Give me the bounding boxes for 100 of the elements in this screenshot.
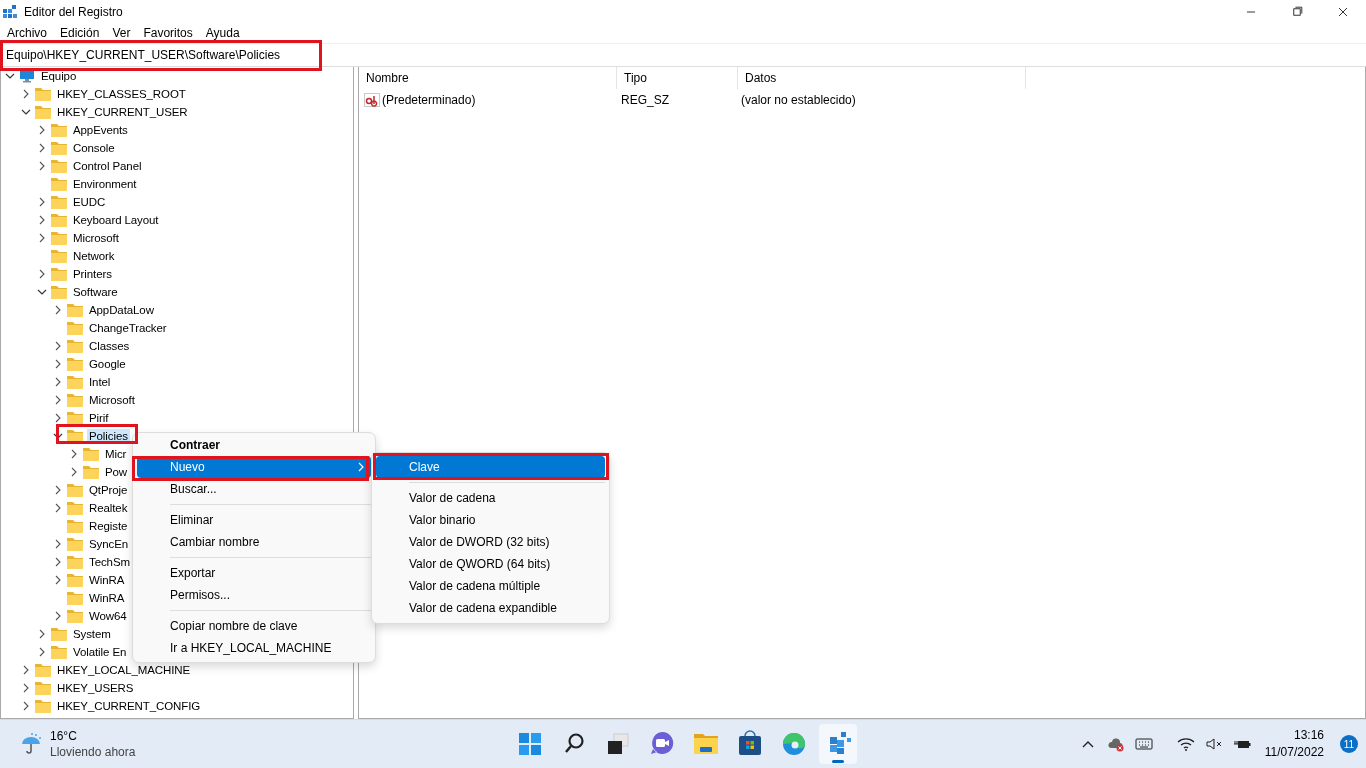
chevron-right-icon[interactable] — [37, 215, 47, 225]
tree-item[interactable]: SyncEn — [87, 537, 131, 551]
menu-item[interactable]: Cambiar nombre — [137, 531, 371, 553]
tree-item[interactable]: EUDC — [71, 195, 108, 209]
column-header[interactable]: Datos — [738, 67, 1026, 89]
tree-item[interactable]: Environment — [71, 177, 139, 191]
menu-item[interactable]: Permisos... — [137, 584, 371, 606]
chevron-right-icon[interactable] — [21, 683, 31, 693]
tree-item[interactable]: ChangeTracker — [87, 321, 169, 335]
tree-item[interactable]: Software — [71, 285, 120, 299]
tree-item[interactable]: AppEvents — [71, 123, 130, 137]
tree-item[interactable]: Keyboard Layout — [71, 213, 161, 227]
chevron-right-icon[interactable] — [53, 359, 63, 369]
tree-item[interactable]: Printers — [71, 267, 114, 281]
chevron-right-icon[interactable] — [37, 197, 47, 207]
menu-item[interactable]: Valor de cadena expandible — [376, 597, 605, 619]
chevron-right-icon[interactable] — [53, 503, 63, 513]
tree-item[interactable]: Equipo — [39, 69, 79, 83]
menu-item[interactable]: Valor de DWORD (32 bits) — [376, 531, 605, 553]
menu-item[interactable]: Exportar — [137, 562, 371, 584]
tree-item[interactable]: WinRA — [87, 573, 127, 587]
notification-badge[interactable]: 11 — [1340, 735, 1358, 753]
chevron-right-icon[interactable] — [53, 395, 63, 405]
menu-item[interactable]: Valor de cadena múltiple — [376, 575, 605, 597]
registry-editor-button[interactable] — [819, 724, 857, 764]
chevron-right-icon[interactable] — [37, 629, 47, 639]
chevron-right-icon[interactable] — [37, 269, 47, 279]
tree-item[interactable]: Wow64 — [87, 609, 129, 623]
tree-item[interactable]: Pirif — [87, 411, 111, 425]
chevron-right-icon[interactable] — [53, 341, 63, 351]
menu-item[interactable]: Ir a HKEY_LOCAL_MACHINE — [137, 637, 371, 659]
tree-item[interactable]: Micr — [103, 447, 129, 461]
tree-item[interactable]: HKEY_USERS — [55, 681, 136, 695]
chevron-right-icon[interactable] — [21, 89, 31, 99]
tree-item[interactable]: HKEY_CURRENT_CONFIG — [55, 699, 203, 713]
chevron-right-icon[interactable] — [21, 665, 31, 675]
chevron-right-icon[interactable] — [53, 611, 63, 621]
menu-item[interactable]: Valor de cadena — [376, 487, 605, 509]
column-header[interactable]: Tipo — [617, 67, 738, 89]
menu-item[interactable]: Eliminar — [137, 509, 371, 531]
tree-item[interactable]: WinRA — [87, 591, 127, 605]
menu-item[interactable]: Archivo — [7, 25, 47, 40]
chevron-right-icon[interactable] — [37, 647, 47, 657]
menu-item[interactable]: Valor de QWORD (64 bits) — [376, 553, 605, 575]
tree-item[interactable]: Registe — [87, 519, 130, 533]
chevron-down-icon[interactable] — [5, 71, 15, 81]
column-header[interactable]: Nombre — [359, 67, 617, 89]
tree-item[interactable]: TechSm — [87, 555, 132, 569]
chevron-right-icon[interactable] — [37, 125, 47, 135]
clock[interactable]: 13:16 11/07/2022 — [1264, 727, 1324, 761]
tree-item[interactable]: Console — [71, 141, 117, 155]
speaker-muted-icon[interactable] — [1204, 736, 1223, 752]
chevron-right-icon[interactable] — [53, 575, 63, 585]
chevron-right-icon[interactable] — [53, 305, 63, 315]
chevron-right-icon[interactable] — [53, 557, 63, 567]
tree-item[interactable]: AppDataLow — [87, 303, 156, 317]
chevron-right-icon[interactable] — [21, 701, 31, 711]
chevron-right-icon[interactable] — [53, 485, 63, 495]
tree-item[interactable]: Pow — [103, 465, 130, 479]
chevron-right-icon[interactable] — [37, 233, 47, 243]
chevron-down-icon[interactable] — [37, 287, 47, 297]
folder-icon — [67, 393, 83, 407]
tree-item[interactable]: Network — [71, 249, 117, 263]
chevron-down-icon[interactable] — [21, 107, 31, 117]
tree-item[interactable]: Realtek — [87, 501, 130, 515]
keyboard-icon[interactable] — [1134, 736, 1153, 752]
menu-item[interactable]: Clave — [376, 456, 605, 478]
chevron-right-icon[interactable] — [69, 449, 79, 459]
menu-item[interactable]: Contraer — [137, 434, 371, 456]
tree-item[interactable]: Microsoft — [87, 393, 137, 407]
chevron-right-icon[interactable] — [37, 143, 47, 153]
tree-item[interactable]: System — [71, 627, 113, 641]
menu-item[interactable]: Edición — [60, 25, 100, 40]
chevron-right-icon[interactable] — [53, 377, 63, 387]
tree-item[interactable]: Control Panel — [71, 159, 144, 173]
tree-item[interactable]: HKEY_CURRENT_USER — [55, 105, 190, 119]
menu-item[interactable]: Valor binario — [376, 509, 605, 531]
tree-item[interactable]: Google — [87, 357, 128, 371]
menu-item[interactable]: Copiar nombre de clave — [137, 615, 371, 637]
wifi-icon[interactable] — [1176, 736, 1195, 752]
tree-item[interactable]: Microsoft — [71, 231, 121, 245]
tree-item[interactable]: Volatile En — [71, 645, 129, 659]
tree-item[interactable]: HKEY_CLASSES_ROOT — [55, 87, 188, 101]
tree-item[interactable]: HKEY_LOCAL_MACHINE — [55, 663, 193, 677]
chevron-right-icon[interactable] — [53, 413, 63, 423]
tree-item[interactable]: Classes — [87, 339, 132, 353]
address-field[interactable]: Equipo\HKEY_CURRENT_USER\Software\Policies — [0, 43, 1366, 67]
chevron-right-icon[interactable] — [69, 467, 79, 477]
tree-item[interactable]: QtProje — [87, 483, 130, 497]
menu-item[interactable]: Ver — [112, 25, 131, 40]
folder-icon — [67, 357, 83, 371]
cloud-error-icon[interactable] — [1106, 736, 1125, 752]
menu-item[interactable]: Ayuda — [205, 25, 240, 40]
menu-item[interactable]: Buscar... — [137, 478, 371, 500]
string-value-icon — [364, 93, 380, 107]
menu-item[interactable]: Favoritos — [143, 25, 193, 40]
folder-icon — [67, 609, 83, 623]
tree-item[interactable]: Intel — [87, 375, 113, 389]
chevron-right-icon[interactable] — [53, 539, 63, 549]
chevron-right-icon[interactable] — [37, 161, 47, 171]
